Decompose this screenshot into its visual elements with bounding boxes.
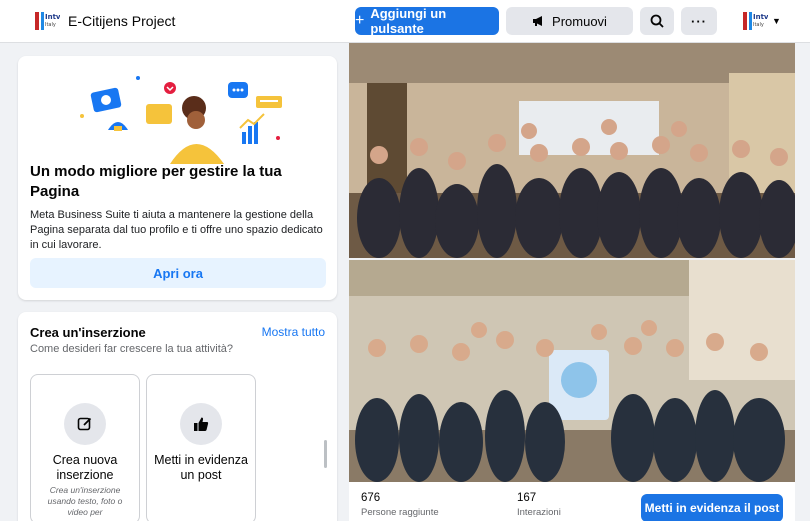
thumbs-up-icon	[180, 403, 222, 445]
interactions-label: Interazioni	[517, 507, 561, 518]
chevron-down-icon: ▼	[772, 16, 781, 26]
add-button-label: Aggiungi un pulsante	[370, 6, 447, 36]
business-suite-card: Un modo migliore per gestire la tua Pagi…	[18, 56, 337, 300]
post-photo-bottom[interactable]	[349, 260, 795, 482]
carousel-scrollbar[interactable]	[324, 440, 327, 468]
promote-button-label: Promuovi	[552, 13, 607, 29]
reach-label: Persone raggiunte	[361, 507, 439, 518]
top-bar: Intv Italy E-Citijens Project + Aggiungi…	[0, 0, 810, 43]
boost-post-option[interactable]: Metti in evidenza un post	[146, 374, 256, 521]
search-button[interactable]	[640, 7, 674, 35]
plus-icon: +	[355, 12, 365, 29]
create-ad-card: Crea un'inserzione Mostra tutto Come des…	[18, 312, 337, 521]
edit-icon	[64, 403, 106, 445]
account-avatar: Intv Italy	[743, 12, 768, 30]
business-suite-illustration	[80, 76, 282, 164]
create-new-ad-title: Crea nuova inserzione	[52, 453, 118, 482]
more-icon: ···	[691, 13, 707, 29]
see-all-link[interactable]: Mostra tutto	[262, 325, 325, 339]
megaphone-icon	[533, 16, 543, 26]
account-switcher[interactable]: Intv Italy ▼	[738, 7, 788, 35]
more-options-button[interactable]: ···	[681, 7, 717, 35]
post-photo-top[interactable]	[349, 43, 795, 258]
svg-text:Italy: Italy	[753, 22, 764, 28]
business-suite-title: Un modo migliore per gestire la tua Pagi…	[30, 163, 282, 200]
page-name: E-Citijens Project	[68, 13, 176, 29]
boost-post-title: Metti in evidenza un post	[154, 453, 248, 482]
group-photo-meeting-room	[349, 43, 795, 258]
search-icon	[650, 14, 664, 28]
create-new-ad-description: Crea un'inserzione usando testo, foto o …	[47, 485, 123, 517]
open-now-button[interactable]: Apri ora	[30, 258, 326, 288]
svg-text:Intv: Intv	[45, 13, 60, 21]
group-photo-hall	[349, 260, 795, 482]
page-logo[interactable]: Intv Italy	[30, 8, 60, 34]
add-button[interactable]: + Aggiungi un pulsante	[355, 6, 499, 36]
svg-text:Intv: Intv	[753, 13, 768, 21]
promote-button[interactable]: Promuovi	[506, 7, 633, 35]
create-ad-title: Crea un'inserzione	[30, 325, 146, 340]
interactions-count: 167	[517, 492, 537, 504]
create-ad-subtitle: Come desideri far crescere la tua attivi…	[30, 343, 233, 355]
boost-post-button[interactable]: Metti in evidenza il post	[641, 494, 783, 521]
business-suite-description: Meta Business Suite ti aiuta a mantenere…	[30, 209, 323, 251]
create-new-ad-option[interactable]: Crea nuova inserzione Crea un'inserzione…	[30, 374, 140, 521]
reach-count: 676	[361, 492, 381, 504]
svg-text:Italy: Italy	[45, 22, 56, 28]
